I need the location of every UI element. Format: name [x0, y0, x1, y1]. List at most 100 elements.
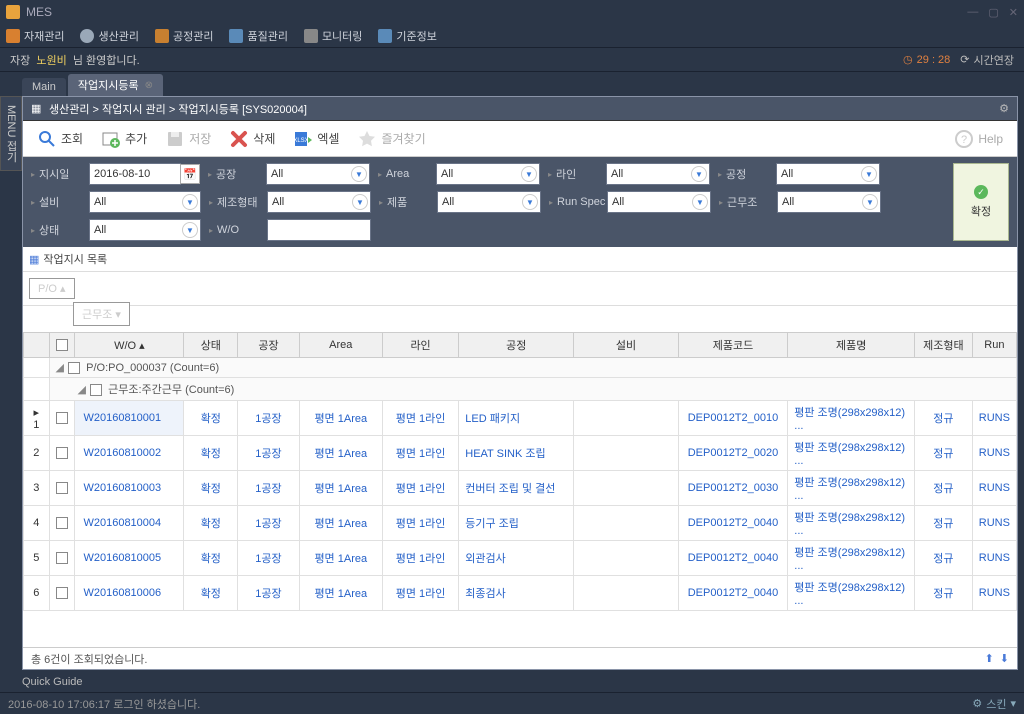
filter-row-1: 지시일 📅 공장 All▼ Area All▼ 라인 All▼	[31, 163, 945, 185]
checkbox[interactable]	[56, 552, 68, 564]
col-equipment[interactable]: 설비	[574, 333, 678, 358]
mfgtype-combo[interactable]: All▼	[267, 191, 371, 213]
sidebar-collapsed[interactable]: MENU 접기 즐겨찾기	[0, 96, 22, 171]
collapse-icon[interactable]: ◢	[56, 362, 64, 374]
excel-button[interactable]: XLSX 엑셀	[285, 125, 347, 153]
table-row[interactable]: 5W20160810005확정1공장평면 1Area평면 1라인외관검사DEP0…	[24, 541, 1017, 576]
col-wo[interactable]: W/O ▴	[75, 333, 184, 358]
sort-icon: ▴	[139, 340, 145, 352]
cell-process: LED 패키지	[459, 401, 574, 436]
line-combo[interactable]: All▼	[606, 163, 710, 185]
minimize-icon[interactable]: —	[967, 6, 978, 19]
scroll-up-icon[interactable]: ⬆	[985, 652, 994, 665]
table-row[interactable]: 2W20160810002확정1공장평면 1Area평면 1라인HEAT SIN…	[24, 436, 1017, 471]
table-row[interactable]: 6W20160810006확정1공장평면 1Area평면 1라인최종검사DEP0…	[24, 576, 1017, 611]
save-button[interactable]: 저장	[157, 125, 219, 153]
add-button[interactable]: 추가	[93, 125, 155, 153]
equipment-label: 설비	[31, 194, 89, 210]
help-button[interactable]: ? Help	[946, 125, 1011, 153]
product-combo[interactable]: All▼	[437, 191, 541, 213]
settings-gear-icon[interactable]: ⚙	[999, 102, 1009, 115]
confirm-button[interactable]: ✓ 확정	[953, 163, 1009, 241]
checkbox[interactable]	[90, 384, 102, 396]
process-combo[interactable]: All▼	[776, 163, 880, 185]
menu-monitoring[interactable]: 모니터링	[304, 28, 362, 44]
delete-button[interactable]: 삭제	[221, 125, 283, 153]
group-po-label: P/O:PO_000037 (Count=6)	[86, 362, 219, 374]
calendar-icon[interactable]: 📅	[180, 164, 200, 184]
equipment-combo[interactable]: All▼	[89, 191, 201, 213]
add-label: 추가	[125, 130, 147, 147]
checkbox[interactable]	[56, 412, 68, 424]
table-row[interactable]: 4W20160810004확정1공장평면 1Area평면 1라인등기구 조립DE…	[24, 506, 1017, 541]
col-run[interactable]: Run	[972, 333, 1016, 358]
menu-production[interactable]: 생산관리	[80, 28, 138, 44]
factory-combo[interactable]: All▼	[266, 163, 370, 185]
menu-material[interactable]: 자재관리	[6, 28, 64, 44]
checkbox[interactable]	[56, 482, 68, 494]
menu-process[interactable]: 공정관리	[155, 28, 213, 44]
cell-checkbox[interactable]	[49, 401, 75, 436]
cell-equipment	[574, 436, 678, 471]
tab-close-icon[interactable]: ⊗	[145, 80, 153, 91]
menu-monitoring-label: 모니터링	[322, 28, 362, 44]
col-factory[interactable]: 공장	[238, 333, 299, 358]
col-mfgtype[interactable]: 제조형태	[915, 333, 973, 358]
cell-status: 확정	[184, 576, 238, 611]
tab-main[interactable]: Main	[22, 78, 66, 96]
close-icon[interactable]: ✕	[1009, 6, 1018, 19]
group-row-shift[interactable]: ◢ 근무조:주간근무 (Count=6)	[49, 378, 1016, 401]
col-area[interactable]: Area	[299, 333, 382, 358]
cell-productcode: DEP0012T2_0020	[678, 436, 788, 471]
tab-workorder[interactable]: 작업지시등록 ⊗	[68, 74, 163, 96]
checkbox[interactable]	[56, 447, 68, 459]
checkbox-all[interactable]	[56, 339, 68, 351]
col-productcode[interactable]: 제품코드	[678, 333, 788, 358]
col-process[interactable]: 공정	[459, 333, 574, 358]
menu-process-label: 공정관리	[173, 28, 213, 44]
cell-rownum: ▸ 1	[24, 401, 50, 436]
menu-masterdata-label: 기준정보	[396, 28, 436, 44]
group-row-po[interactable]: ◢ P/O:PO_000037 (Count=6)	[49, 358, 1016, 378]
runspec-combo[interactable]: All▼	[607, 191, 711, 213]
status-combo[interactable]: All▼	[89, 219, 201, 241]
favorite-button[interactable]: 즐겨찾기	[349, 125, 433, 153]
cell-checkbox[interactable]	[49, 471, 75, 506]
table-row[interactable]: ▸ 1W20160810001확정1공장평면 1Area평면 1라인LED 패키…	[24, 401, 1017, 436]
checkbox[interactable]	[56, 587, 68, 599]
grid[interactable]: W/O ▴ 상태 공장 Area 라인 공정 설비 제품코드 제품명 제조형태 …	[23, 332, 1017, 647]
col-status[interactable]: 상태	[184, 333, 238, 358]
cell-checkbox[interactable]	[49, 576, 75, 611]
checkbox[interactable]	[68, 362, 80, 374]
col-productname[interactable]: 제품명	[788, 333, 915, 358]
checkbox[interactable]	[56, 517, 68, 529]
cell-checkbox[interactable]	[49, 506, 75, 541]
skin-button[interactable]: ⚙ 스킨 ▾	[972, 696, 1016, 712]
extend-session-button[interactable]: ⟳ 시간연장	[960, 52, 1014, 68]
search-button[interactable]: 조회	[29, 125, 91, 153]
toolbar: 조회 추가 저장 삭제 XLSX 엑셀 즐겨찾기 ? Help	[23, 121, 1017, 157]
cell-checkbox[interactable]	[49, 436, 75, 471]
wo-input[interactable]	[267, 219, 371, 241]
menu-quality[interactable]: 품질관리	[229, 28, 287, 44]
col-checkbox[interactable]	[49, 333, 75, 358]
scroll-down-icon[interactable]: ⬇	[1000, 652, 1009, 665]
date-input[interactable]	[89, 163, 181, 185]
group-chip-po[interactable]: P/O ▴	[29, 278, 75, 299]
col-rownum[interactable]	[24, 333, 50, 358]
menu-masterdata[interactable]: 기준정보	[378, 28, 436, 44]
collapse-icon[interactable]: ◢	[78, 384, 86, 396]
breadcrumb-text: 생산관리 > 작업지시 관리 > 작업지시등록 [SYS020004]	[49, 101, 307, 117]
table-row[interactable]: 3W20160810003확정1공장평면 1Area평면 1라인컨버터 조립 및…	[24, 471, 1017, 506]
check-icon: ✓	[974, 185, 988, 199]
shift-combo[interactable]: All▼	[777, 191, 881, 213]
quick-guide-bar[interactable]: Quick Guide	[0, 672, 1024, 692]
col-line[interactable]: 라인	[382, 333, 458, 358]
cell-productname: 평판 조명(298x298x12) ...	[788, 506, 915, 541]
cell-checkbox[interactable]	[49, 541, 75, 576]
skin-label: 스킨	[986, 696, 1006, 712]
group-chip-shift[interactable]: 근무조 ▾	[73, 302, 130, 326]
maximize-icon[interactable]: ▢	[988, 6, 998, 19]
area-combo[interactable]: All▼	[436, 163, 540, 185]
content-panel: ▦ 생산관리 > 작업지시 관리 > 작업지시등록 [SYS020004] ⚙ …	[22, 96, 1018, 670]
